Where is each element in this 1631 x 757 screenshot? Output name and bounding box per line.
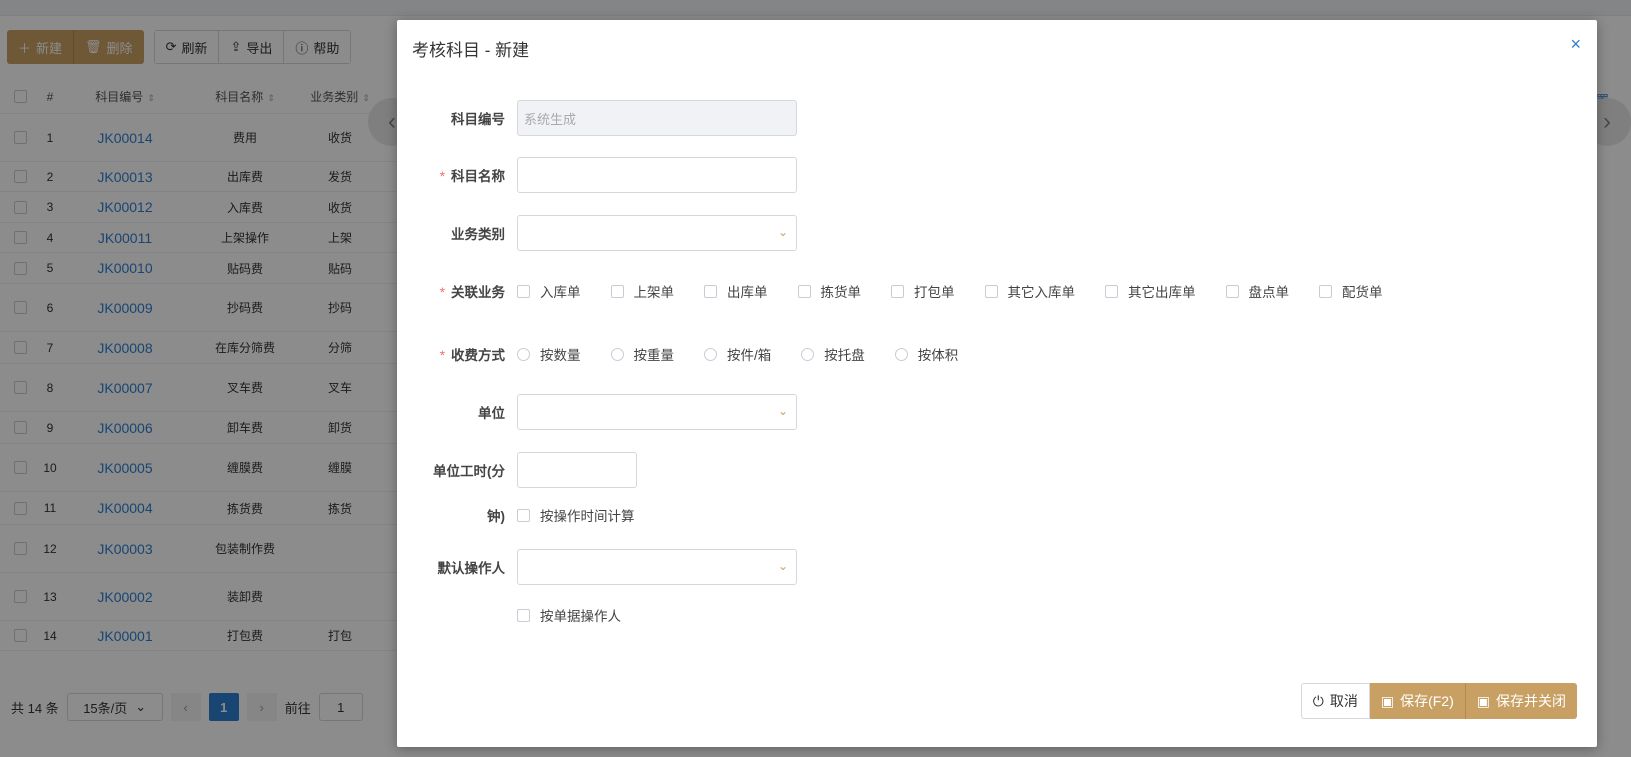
unit-label: 单位 [478,406,505,421]
related-checkbox[interactable]: 上架单 [610,281,674,301]
related-row: * 关联业务 入库单 上架单 出库单 拣货单 打包单 其它入库单 其它出库单 盘点单 配货单 [407,281,1413,301]
close-icon[interactable]: × [1570,34,1581,55]
charge-radio[interactable]: 按件/箱 [704,344,771,364]
name-row: * 科目名称 [407,157,797,193]
type-select[interactable]: ⌄ [517,215,797,251]
unit-time-check-row: 钟) 按操作时间计算 [407,505,665,525]
name-label: * 科目名称 [439,169,505,184]
save-icon: ▣ [1380,692,1395,709]
charge-radio[interactable]: 按体积 [894,344,958,364]
name-input[interactable] [517,157,797,193]
code-row: 科目编号 系统生成 [407,100,797,136]
create-dialog: 考核科目 - 新建 × 科目编号 系统生成 * 科目名称 业务类别 ⌄ * 关联业务… [397,20,1597,747]
operator-check-row: 按单据操作人 [517,605,651,625]
charge-radio[interactable]: 按托盘 [801,344,865,364]
type-row: 业务类别 ⌄ [407,215,797,251]
related-options: 入库单 上架单 出库单 拣货单 打包单 其它入库单 其它出库单 盘点单 配货单 [517,281,1413,301]
unit-row: 单位 ⌄ [407,394,797,430]
unit-time-label-cont: 钟) [487,509,505,524]
charge-radio[interactable]: 按数量 [517,344,581,364]
related-checkbox[interactable]: 入库单 [517,281,581,301]
save-button[interactable]: ▣ 保存(F2) [1369,683,1466,719]
related-checkbox[interactable]: 打包单 [891,281,955,301]
cancel-button[interactable]: ⏻ 取消 [1300,683,1370,719]
unit-time-row: 单位工时(分 [407,452,637,488]
chevron-down-icon: ⌄ [777,225,788,239]
operation-time-checkbox[interactable]: 按操作时间计算 [517,505,635,525]
type-label: 业务类别 [451,227,505,242]
dialog-footer: ⏻ 取消 ▣ 保存(F2) ▣ 保存并关闭 [1300,683,1577,719]
related-checkbox[interactable]: 其它入库单 [984,281,1075,301]
charge-label: * 收费方式 [439,348,505,363]
operator-row: 默认操作人 ⌄ [407,549,797,585]
operator-label: 默认操作人 [437,561,506,576]
unit-time-input[interactable] [517,452,637,488]
related-checkbox[interactable]: 出库单 [704,281,768,301]
operator-select[interactable]: ⌄ [517,549,797,585]
related-checkbox[interactable]: 其它出库单 [1105,281,1196,301]
charge-row: * 收费方式 按数量 按重量 按件/箱 按托盘 按体积 [407,344,988,364]
related-checkbox[interactable]: 配货单 [1319,281,1383,301]
power-icon: ⏻ [1312,692,1324,709]
save-close-button[interactable]: ▣ 保存并关闭 [1465,683,1577,719]
save-icon: ▣ [1476,692,1490,709]
charge-radio[interactable]: 按重量 [610,344,674,364]
unit-select[interactable]: ⌄ [517,394,797,430]
related-checkbox[interactable]: 盘点单 [1225,281,1289,301]
related-checkbox[interactable]: 拣货单 [797,281,861,301]
chevron-down-icon: ⌄ [777,559,788,573]
document-operator-checkbox[interactable]: 按单据操作人 [517,605,621,625]
dialog-title: 考核科目 - 新建 [412,41,530,60]
related-label: * 关联业务 [439,285,505,300]
code-input: 系统生成 [517,100,797,136]
charge-options: 按数量 按重量 按件/箱 按托盘 按体积 [517,344,988,364]
unit-time-label: 单位工时(分 [433,464,505,479]
chevron-down-icon: ⌄ [777,404,788,418]
code-label: 科目编号 [451,112,505,127]
